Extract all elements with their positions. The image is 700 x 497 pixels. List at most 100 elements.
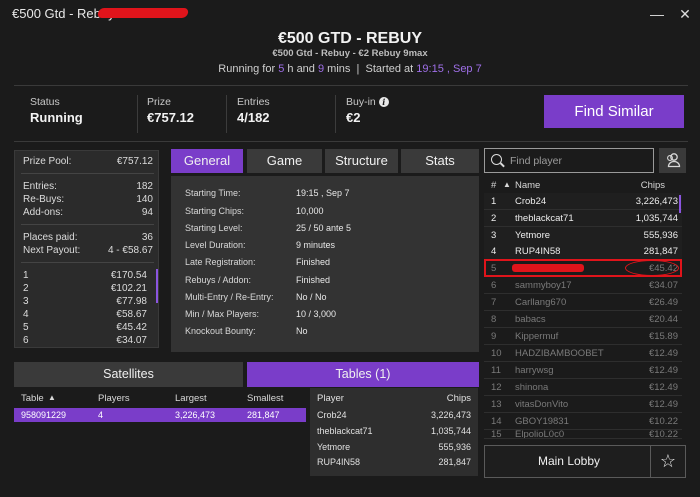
find-player-search[interactable]: Find player — [484, 148, 654, 173]
name-column-header[interactable]: Name — [515, 180, 540, 191]
search-input[interactable]: Find player — [510, 155, 562, 167]
prize-value: €757.12 — [147, 110, 194, 125]
payout-place: 6 — [23, 335, 29, 346]
payout-row: 3 €77.98 — [23, 296, 147, 308]
ranking-row[interactable]: 2 theblackcat71 1,035,744 — [484, 210, 682, 227]
ranking-row[interactable]: 13 vitasDonVito €12.49 — [484, 396, 682, 413]
entries-row: Entries: 182 — [23, 181, 153, 193]
general-value: No — [296, 326, 308, 336]
rank-number: 1 — [491, 196, 497, 207]
general-label: Knockout Bounty: — [185, 326, 256, 336]
table-player-row[interactable]: Yetmore 555,936 — [317, 442, 471, 452]
payout-place: 3 — [23, 296, 29, 307]
info-icon[interactable]: i — [378, 97, 389, 108]
payout-place: 1 — [23, 270, 29, 281]
player-name: ElpolioL0c0 — [515, 429, 565, 439]
stat-divider — [335, 95, 336, 133]
rebuys-row: Re-Buys: 140 — [23, 194, 153, 206]
ranking-row[interactable]: 4 RUP4IN58 281,847 — [484, 243, 682, 260]
ranking-row[interactable]: 10 HADZIBAMBOOBET €12.49 — [484, 345, 682, 362]
players-filter-button[interactable] — [659, 148, 686, 173]
player-chips: 555,936 — [438, 442, 471, 452]
table-player-row[interactable]: RUP4IN58 281,847 — [317, 457, 471, 467]
general-value: 10,000 — [296, 206, 324, 216]
column-header-largest[interactable]: Largest — [175, 393, 207, 404]
sort-asc-icon[interactable]: ▲ — [503, 180, 511, 189]
rank-number: 6 — [491, 280, 497, 291]
player-chips: 3,226,473 — [430, 410, 471, 420]
column-header-smallest[interactable]: Smallest — [247, 393, 283, 404]
general-label: Starting Level: — [185, 223, 243, 233]
rankings-scrollbar[interactable] — [679, 195, 681, 213]
player-chips: 555,936 — [643, 230, 678, 241]
rankings-header: # ▲ Name Chips — [484, 177, 686, 193]
ranking-row[interactable]: 12 shinona €12.49 — [484, 379, 682, 396]
favorite-star-icon[interactable]: ☆ — [650, 445, 686, 478]
entries-row-value: 182 — [136, 181, 153, 192]
ranking-row[interactable]: 6 sammyboy17 €34.07 — [484, 277, 682, 294]
find-similar-button[interactable]: Find Similar — [544, 95, 684, 128]
column-header-table[interactable]: Table — [21, 393, 44, 404]
ranking-row[interactable]: 9 Kippermuf €15.89 — [484, 328, 682, 345]
rank-number: 3 — [491, 230, 497, 241]
tab-general[interactable]: General — [171, 149, 243, 173]
main-lobby-button[interactable]: Main Lobby — [484, 445, 654, 478]
buyin-value: €2 — [346, 110, 361, 125]
player-column-header: Player — [317, 393, 344, 404]
ranking-row[interactable]: 15 ElpolioL0c0 €10.22 — [484, 426, 682, 439]
ranking-row[interactable]: 1 Crob24 3,226,473 — [484, 193, 682, 210]
tab-satellites[interactable]: Satellites — [14, 362, 243, 387]
table-player-row[interactable]: theblackcat71 1,035,744 — [317, 426, 471, 436]
player-chips: €12.49 — [648, 365, 678, 376]
running-info: Running for 5 h and 9 mins | Started at … — [0, 63, 700, 75]
minimize-button[interactable]: — — [646, 4, 668, 24]
tab-stats[interactable]: Stats — [401, 149, 479, 173]
tab-game[interactable]: Game — [247, 149, 322, 173]
general-value: Finished — [296, 275, 331, 285]
player-name: vitasDonVito — [515, 399, 569, 410]
table-smallest: 281,847 — [247, 410, 280, 420]
player-name: Crob24 — [317, 410, 347, 420]
payout-row: 1 €170.54 — [23, 270, 147, 282]
table-players: 4 — [98, 410, 104, 420]
tab-tables[interactable]: Tables (1) — [247, 362, 479, 387]
payout-scrollbar[interactable] — [156, 269, 158, 303]
player-chips: 281,847 — [438, 457, 471, 467]
sort-asc-icon[interactable]: ▲ — [48, 393, 56, 402]
player-name: harrywsg — [515, 365, 554, 376]
close-button[interactable]: ✕ — [674, 4, 696, 24]
payout-amount: €77.98 — [116, 296, 147, 307]
ranking-row[interactable]: 11 harrywsg €12.49 — [484, 362, 682, 379]
player-chips: €26.49 — [648, 297, 678, 308]
ranking-row[interactable]: 3 Yetmore 555,936 — [484, 227, 682, 244]
player-chips: €12.49 — [648, 399, 678, 410]
running-minutes-label: mins — [327, 63, 351, 75]
chips-column-header[interactable]: Chips — [641, 180, 665, 191]
ranking-row[interactable]: 8 babacs €20.44 — [484, 311, 682, 328]
started-label: Started at — [365, 63, 414, 75]
player-chips: €34.07 — [648, 280, 678, 291]
addons-value: 94 — [141, 207, 153, 218]
rank-column-header[interactable]: # — [491, 180, 496, 191]
general-label: Starting Time: — [185, 188, 241, 198]
table-players-header: Player Chips — [317, 393, 471, 404]
table-row[interactable]: 958091229 4 3,226,473 281,847 — [14, 408, 306, 422]
player-chips: 3,226,473 — [635, 196, 678, 207]
table-largest: 3,226,473 — [175, 410, 216, 420]
prize-label: Prize — [147, 96, 171, 108]
general-label: Multi-Entry / Re-Entry: — [185, 292, 274, 302]
player-name: RUP4IN58 — [515, 246, 561, 257]
player-name: Yetmore — [317, 442, 351, 452]
ranking-row[interactable]: 7 Carllang670 €26.49 — [484, 294, 682, 311]
general-label: Level Duration: — [185, 240, 246, 250]
tab-structure[interactable]: Structure — [325, 149, 398, 173]
rebuys-value: 140 — [136, 194, 153, 205]
running-hours: 5 — [278, 63, 285, 75]
rankings-list: 1 Crob24 3,226,473 2 theblackcat71 1,035,744… — [484, 193, 682, 439]
table-player-row[interactable]: Crob24 3,226,473 — [317, 410, 471, 420]
prize-pool-value: €757.12 — [116, 156, 153, 167]
addons-row: Add-ons: 94 — [23, 207, 153, 219]
status-value: Running — [30, 110, 83, 125]
column-header-players[interactable]: Players — [98, 393, 130, 404]
rank-number: 2 — [491, 213, 497, 224]
